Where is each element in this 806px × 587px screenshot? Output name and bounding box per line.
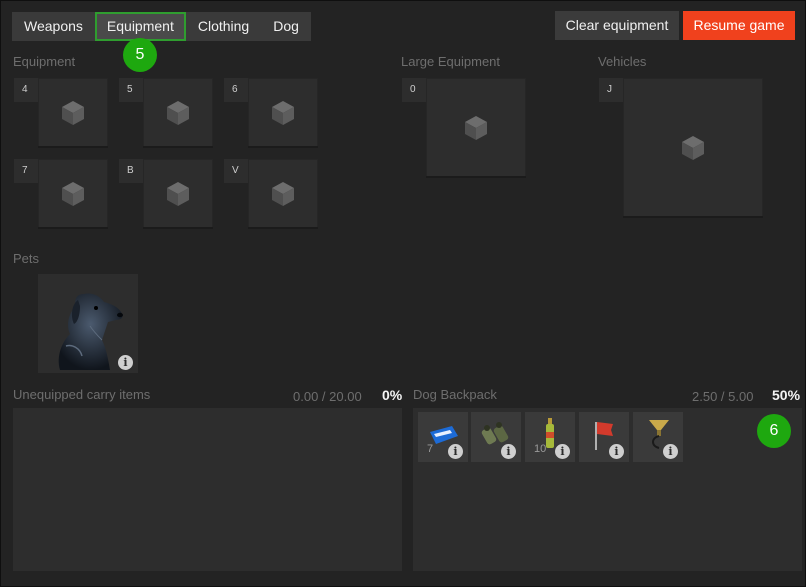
backpack-item[interactable]: 10 i: [525, 412, 575, 462]
cube-icon: [272, 182, 294, 206]
cube-icon: [272, 101, 294, 125]
tab-dog[interactable]: Dog: [261, 12, 311, 41]
slot-box: [623, 78, 763, 218]
info-icon[interactable]: i: [501, 444, 516, 459]
resume-game-button[interactable]: Resume game: [683, 11, 795, 40]
info-icon[interactable]: i: [118, 355, 133, 370]
large-equipment-slot[interactable]: 0: [402, 78, 526, 178]
backpack-item[interactable]: i: [633, 412, 683, 462]
cube-icon: [62, 182, 84, 206]
slot-box: [426, 78, 526, 178]
tab-weapons[interactable]: Weapons: [12, 12, 95, 41]
step-marker-badge: 5: [123, 38, 157, 72]
slot-key-label: 7: [14, 159, 38, 183]
vehicle-slot[interactable]: J: [599, 78, 763, 218]
slot-box: [143, 159, 213, 229]
equipment-slot-4[interactable]: 4: [14, 78, 108, 148]
carry-percent: 0%: [382, 387, 403, 403]
tab-clothing[interactable]: Clothing: [186, 12, 261, 41]
slot-box: [143, 78, 213, 148]
tab-bar: Weapons Equipment Clothing Dog: [12, 12, 311, 41]
backpack-item[interactable]: 7 i: [418, 412, 468, 462]
slot-key-label: 4: [14, 78, 38, 102]
inventory-screen: Weapons Equipment Clothing Dog 5 Clear e…: [0, 0, 806, 587]
slot-key-label: 6: [224, 78, 248, 102]
dog-portrait-icon: [58, 293, 123, 370]
equipment-slot-5[interactable]: 5: [119, 78, 213, 148]
slot-box: [38, 159, 108, 229]
large-equipment-section-label: Large Equipment: [401, 54, 501, 69]
dog-backpack-panel[interactable]: 7 i i 10 i i i: [413, 408, 802, 571]
dog-backpack-label: Dog Backpack: [413, 387, 497, 402]
step-marker-badge: 6: [757, 414, 791, 448]
info-icon[interactable]: i: [609, 444, 624, 459]
slot-key-label: V: [224, 159, 248, 183]
backpack-percent: 50%: [772, 387, 801, 403]
item-count: 7: [427, 443, 434, 455]
carry-items-label: Unequipped carry items: [13, 387, 151, 402]
equipment-slot-6[interactable]: 6: [224, 78, 318, 148]
backpack-capacity: 2.50 / 5.00: [692, 389, 754, 404]
tab-equipment[interactable]: Equipment: [94, 12, 186, 41]
backpack-item[interactable]: i: [579, 412, 629, 462]
cube-icon: [167, 182, 189, 206]
slot-box: [38, 78, 108, 148]
clear-equipment-button[interactable]: Clear equipment: [555, 11, 679, 40]
info-icon[interactable]: i: [555, 444, 570, 459]
slot-box: [248, 78, 318, 148]
equipment-slot-7[interactable]: 7: [14, 159, 108, 229]
slot-box: [248, 159, 318, 229]
equipment-slot-b[interactable]: B: [119, 159, 213, 229]
cube-icon: [167, 101, 189, 125]
cube-icon: [62, 101, 84, 125]
slot-key-label: 5: [119, 78, 143, 102]
backpack-item[interactable]: i: [471, 412, 521, 462]
slot-key-label: J: [599, 78, 623, 102]
cube-icon: [682, 136, 704, 160]
item-count: 10: [534, 443, 547, 455]
info-icon[interactable]: i: [663, 444, 678, 459]
slot-key-label: 0: [402, 78, 426, 102]
equipment-section-label: Equipment: [13, 54, 76, 69]
vehicles-section-label: Vehicles: [598, 54, 647, 69]
pets-section-label: Pets: [13, 251, 40, 266]
carry-items-panel[interactable]: [13, 408, 402, 571]
equipment-slot-v[interactable]: V: [224, 159, 318, 229]
carry-capacity: 0.00 / 20.00: [293, 389, 362, 404]
cube-icon: [465, 116, 487, 140]
slot-key-label: B: [119, 159, 143, 183]
pet-slot[interactable]: i: [38, 274, 138, 373]
info-icon[interactable]: i: [448, 444, 463, 459]
